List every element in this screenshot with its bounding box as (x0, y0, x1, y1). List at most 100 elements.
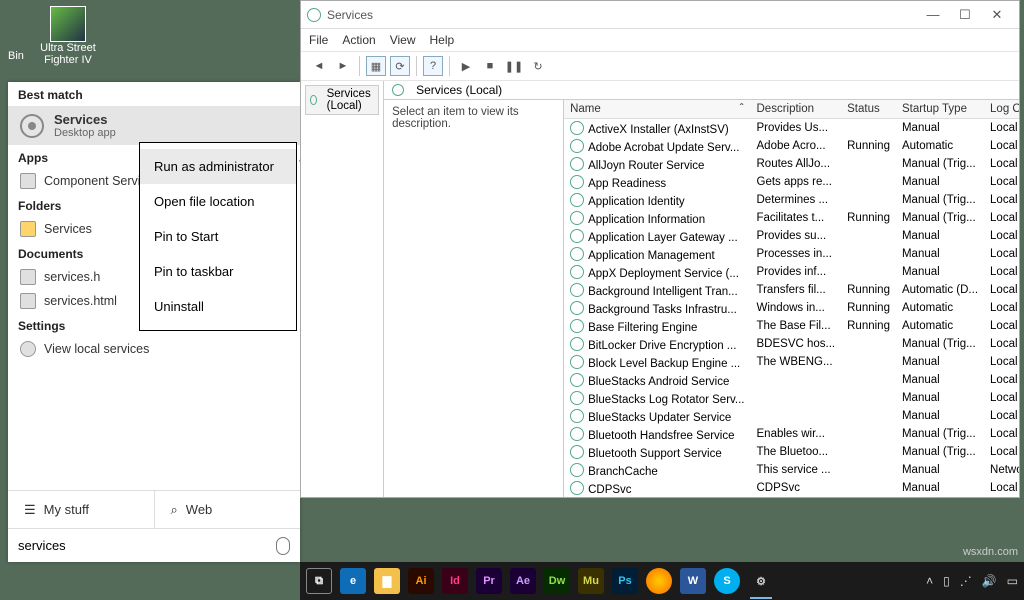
service-row[interactable]: Application Layer Gateway ...Provides su… (564, 227, 1019, 245)
stop-service-icon[interactable]: ■ (480, 56, 500, 76)
recycle-bin-label: Bin (8, 50, 24, 62)
search-icon: ⌕ (171, 502, 178, 518)
gear-icon (20, 341, 36, 357)
service-row[interactable]: Application IdentityDetermines ...Manual… (564, 191, 1019, 209)
service-row[interactable]: App ReadinessGets apps re...ManualLocal … (564, 173, 1019, 191)
photoshop-icon[interactable]: Ps (612, 568, 638, 594)
component-services-icon (20, 173, 36, 189)
services-list[interactable]: NameˆDescriptionStatusStartup TypeLog On… (564, 100, 1019, 497)
tree-pane: Services (Local) (301, 81, 384, 497)
service-row[interactable]: BranchCacheThis service ...ManualNetwork… (564, 461, 1019, 479)
column-header[interactable]: Description (751, 100, 842, 119)
desktop-icon-label: Ultra Street Fighter IV (38, 42, 98, 66)
service-row[interactable]: BlueStacks Log Rotator Serv...ManualLoca… (564, 389, 1019, 407)
result-subtitle: Desktop app (54, 127, 116, 139)
services-icon (392, 84, 404, 96)
service-row[interactable]: ActiveX Installer (AxInstSV)Provides Us.… (564, 119, 1019, 138)
skype-icon[interactable]: S (714, 568, 740, 594)
service-row[interactable]: Adobe Acrobat Update Serv...Adobe Acro..… (564, 137, 1019, 155)
search-input[interactable] (18, 538, 276, 553)
ctx-uninstall[interactable]: Uninstall (140, 289, 296, 324)
column-header[interactable]: Log On As (984, 100, 1019, 119)
export-icon[interactable]: ? (423, 56, 443, 76)
service-row[interactable]: Bluetooth Support ServiceThe Bluetoo...M… (564, 443, 1019, 461)
menu-help[interactable]: Help (430, 33, 455, 47)
result-view-local-services[interactable]: View local services (8, 337, 300, 361)
service-row[interactable]: Background Tasks Infrastru...Windows in.… (564, 299, 1019, 317)
wifi-icon[interactable]: ⋰ (960, 574, 972, 588)
system-tray[interactable]: ˄ ▯ ⋰ 🔊 ▭ (926, 574, 1018, 588)
services-icon (307, 8, 321, 22)
service-row[interactable]: AllJoyn Router ServiceRoutes AllJo...Man… (564, 155, 1019, 173)
service-row[interactable]: Background Intelligent Tran...Transfers … (564, 281, 1019, 299)
menu-action[interactable]: Action (342, 33, 375, 47)
tab-web[interactable]: ⌕ Web (154, 491, 301, 528)
premiere-icon[interactable]: Pr (476, 568, 502, 594)
firefox-icon[interactable] (646, 568, 672, 594)
services-window: Services — ☐ ✕ File Action View Help ◄ ►… (300, 0, 1020, 498)
pause-service-icon[interactable]: ❚❚ (504, 56, 524, 76)
battery-icon[interactable]: ▯ (943, 574, 950, 588)
word-icon[interactable]: W (680, 568, 706, 594)
ctx-pin-to-taskbar[interactable]: Pin to taskbar (140, 254, 296, 289)
after-effects-icon[interactable]: Ae (510, 568, 536, 594)
service-row[interactable]: BitLocker Drive Encryption ...BDESVC hos… (564, 335, 1019, 353)
refresh-icon[interactable]: ⟳ (390, 56, 410, 76)
muse-icon[interactable]: Mu (578, 568, 604, 594)
ctx-run-as-admin[interactable]: Run as administrator (140, 149, 296, 184)
chevron-up-icon[interactable]: ˄ (926, 574, 933, 588)
menu-file[interactable]: File (309, 33, 328, 47)
service-row[interactable]: Base Filtering EngineThe Base Fil...Runn… (564, 317, 1019, 335)
service-row[interactable]: BlueStacks Android ServiceManualLocal Sy… (564, 371, 1019, 389)
service-row[interactable]: AppX Deployment Service (...Provides inf… (564, 263, 1019, 281)
ctx-open-file-location[interactable]: Open file location (140, 184, 296, 219)
tab-my-stuff[interactable]: ☰ My stuff (8, 491, 154, 528)
window-title: Services (327, 8, 917, 22)
service-row[interactable]: BlueStacks Updater ServiceManualLocal Sy… (564, 407, 1019, 425)
file-explorer-icon[interactable]: ▇ (374, 568, 400, 594)
column-header[interactable]: Name (564, 100, 734, 119)
result-title: Services (54, 112, 116, 127)
service-row[interactable]: Application ManagementProcesses in...Man… (564, 245, 1019, 263)
task-view-icon[interactable]: ⧉ (306, 568, 332, 594)
service-row[interactable]: Bluetooth Handsfree ServiceEnables wir..… (564, 425, 1019, 443)
microphone-icon[interactable] (276, 537, 290, 555)
file-icon (20, 293, 36, 309)
forward-icon[interactable]: ► (333, 56, 353, 76)
game-icon (50, 6, 86, 42)
titlebar[interactable]: Services — ☐ ✕ (301, 1, 1019, 29)
pane-header: Services (Local) (384, 81, 1019, 100)
illustrator-icon[interactable]: Ai (408, 568, 434, 594)
watermark: wsxdn.com (963, 546, 1018, 558)
minimize-button[interactable]: — (917, 7, 949, 22)
tree-services-local[interactable]: Services (Local) (305, 85, 379, 115)
edge-icon[interactable]: e (340, 568, 366, 594)
desktop-icon-usf4[interactable]: Ultra Street Fighter IV (38, 6, 98, 66)
menu-view[interactable]: View (390, 33, 416, 47)
taskbar: ⧉ e ▇ Ai Id Pr Ae Dw Mu Ps W S ⚙ ˄ ▯ ⋰ 🔊… (300, 562, 1024, 600)
menubar: File Action View Help (301, 29, 1019, 51)
result-services-app[interactable]: Services Desktop app (8, 106, 300, 145)
file-icon (20, 269, 36, 285)
properties-icon[interactable]: ▦ (366, 56, 386, 76)
volume-icon[interactable]: 🔊 (982, 574, 997, 588)
sort-indicator: ˆ (734, 100, 751, 119)
indesign-icon[interactable]: Id (442, 568, 468, 594)
column-header[interactable]: Status (841, 100, 896, 119)
hamburger-icon: ☰ (24, 502, 36, 518)
back-icon[interactable]: ◄ (309, 56, 329, 76)
description-pane: Select an item to view its description. (384, 100, 564, 497)
context-menu: Run as administrator Open file location … (139, 142, 297, 331)
service-row[interactable]: CDPSvcCDPSvcManualLocal Servic (564, 479, 1019, 497)
service-row[interactable]: Block Level Backup Engine ...The WBENG..… (564, 353, 1019, 371)
close-button[interactable]: ✕ (981, 7, 1013, 23)
settings-taskbar-icon[interactable]: ⚙ (748, 568, 774, 594)
start-service-icon[interactable]: ▶ (456, 56, 476, 76)
dreamweaver-icon[interactable]: Dw (544, 568, 570, 594)
maximize-button[interactable]: ☐ (949, 7, 981, 23)
ctx-pin-to-start[interactable]: Pin to Start (140, 219, 296, 254)
restart-service-icon[interactable]: ↻ (528, 56, 548, 76)
service-row[interactable]: Application InformationFacilitates t...R… (564, 209, 1019, 227)
notifications-icon[interactable]: ▭ (1007, 574, 1018, 588)
column-header[interactable]: Startup Type (896, 100, 984, 119)
